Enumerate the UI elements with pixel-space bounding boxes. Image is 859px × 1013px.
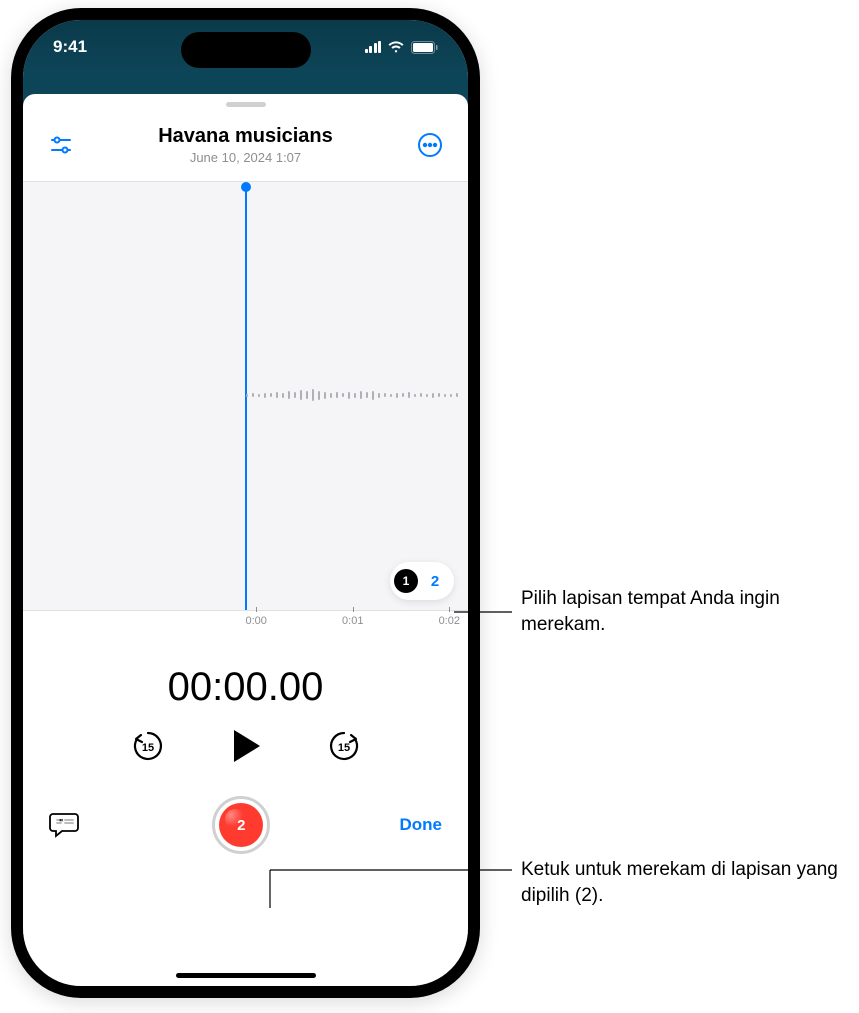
- record-layer-number: 2: [237, 817, 245, 834]
- callout-layer: Pilih lapisan tempat Anda ingin merekam.: [521, 586, 841, 637]
- callout-record: Ketuk untuk merekam di lapisan yang dipi…: [521, 857, 841, 908]
